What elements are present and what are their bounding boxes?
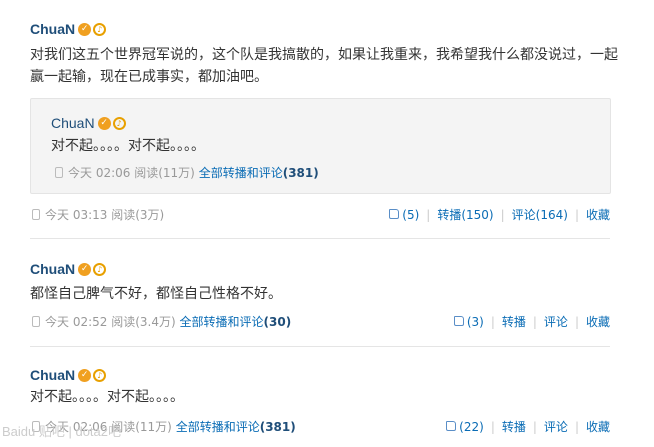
quote-reads: 阅读(11万)	[134, 166, 195, 180]
repost-link[interactable]: 全部转播和评论(381)	[176, 418, 296, 435]
talent-icon: ♪	[93, 368, 107, 382]
verified-icon: ✓	[78, 368, 92, 382]
comment-button[interactable]: 评论	[544, 313, 568, 330]
verified-icon: ✓	[97, 116, 111, 130]
device-icon	[55, 167, 63, 178]
repost-link[interactable]: 全部转播和评论(30)	[180, 313, 292, 330]
author-row: ChuaN ✓ ♪	[30, 366, 107, 384]
verified-icon: ✓	[78, 22, 92, 36]
repost-button[interactable]: 转播	[502, 418, 526, 435]
author-name[interactable]: ChuaN	[30, 21, 75, 37]
device-icon	[32, 316, 40, 327]
comment-button[interactable]: 评论	[544, 418, 568, 435]
post-text: 对不起。。。。对不起。。。。	[30, 389, 184, 405]
like-button[interactable]: (22)	[446, 420, 484, 434]
quote-author-row: ChuaN ✓ ♪	[51, 114, 126, 132]
talent-icon: ♪	[93, 262, 107, 276]
quote-author-name[interactable]: ChuaN	[51, 115, 95, 131]
post-time[interactable]: 今天 03:13	[45, 206, 107, 223]
post-actions: (22) | 转播 | 评论 | 收藏	[446, 418, 610, 435]
like-button[interactable]: (5)	[389, 208, 419, 222]
like-button[interactable]: (3)	[453, 315, 484, 329]
quoted-post: ChuaN ✓ ♪ 对不起。。。。对不起。。。。 今天 02:06 阅读(11万…	[30, 98, 611, 194]
post-text: 对我们这五个世界冠军说的，这个队是我搞散的，如果让我重来，我希望我什么都没说过，…	[30, 47, 618, 85]
post-meta: 今天 03:13 阅读(3万)	[32, 206, 164, 223]
favorite-button[interactable]: 收藏	[586, 418, 610, 435]
quote-meta: 今天 02:06 阅读(11万) 全部转播和评论(381)	[55, 164, 319, 181]
favorite-button[interactable]: 收藏	[586, 206, 610, 223]
quote-text: 对不起。。。。对不起。。。。	[51, 138, 205, 154]
author-name[interactable]: ChuaN	[30, 261, 75, 277]
favorite-button[interactable]: 收藏	[586, 313, 610, 330]
thumb-up-icon	[446, 420, 457, 431]
repost-button[interactable]: 转播(150)	[437, 206, 493, 223]
post-1: ChuaN ✓ ♪ 对我们这五个世界冠军说的，这个队是我搞散的，如果让我重来，我…	[0, 0, 654, 239]
thumb-up-icon	[453, 315, 464, 326]
post-2: ChuaN ✓ ♪ 都怪自己脾气不好，都怪自己性格不好。 今天 02:52 阅读…	[0, 238, 654, 347]
quote-time[interactable]: 今天 02:06	[68, 164, 130, 181]
author-row: ChuaN ✓ ♪	[30, 260, 107, 278]
post-meta: 今天 02:52 阅读(3.4万) 全部转播和评论(30)	[32, 313, 291, 330]
talent-icon: ♪	[112, 116, 126, 130]
post-time[interactable]: 今天 02:52	[45, 313, 107, 330]
post-text: 都怪自己脾气不好，都怪自己性格不好。	[30, 286, 282, 302]
author-row: ChuaN ✓ ♪	[30, 20, 107, 38]
post-reads: 阅读(3.4万)	[111, 315, 176, 329]
author-name[interactable]: ChuaN	[30, 367, 75, 383]
post-reads: 阅读(3万)	[111, 208, 165, 222]
verified-icon: ✓	[78, 262, 92, 276]
device-icon	[32, 209, 40, 220]
talent-icon: ♪	[93, 22, 107, 36]
watermark: Baidu 贴吧 | dota2吧	[2, 424, 121, 439]
repost-button[interactable]: 转播	[502, 313, 526, 330]
post-actions: (5) | 转播(150) | 评论(164) | 收藏	[389, 206, 610, 223]
thumb-up-icon	[389, 208, 400, 219]
post-actions: (3) | 转播 | 评论 | 收藏	[453, 313, 610, 330]
quote-repost-link[interactable]: 全部转播和评论(381)	[199, 164, 319, 181]
comment-button[interactable]: 评论(164)	[512, 206, 568, 223]
